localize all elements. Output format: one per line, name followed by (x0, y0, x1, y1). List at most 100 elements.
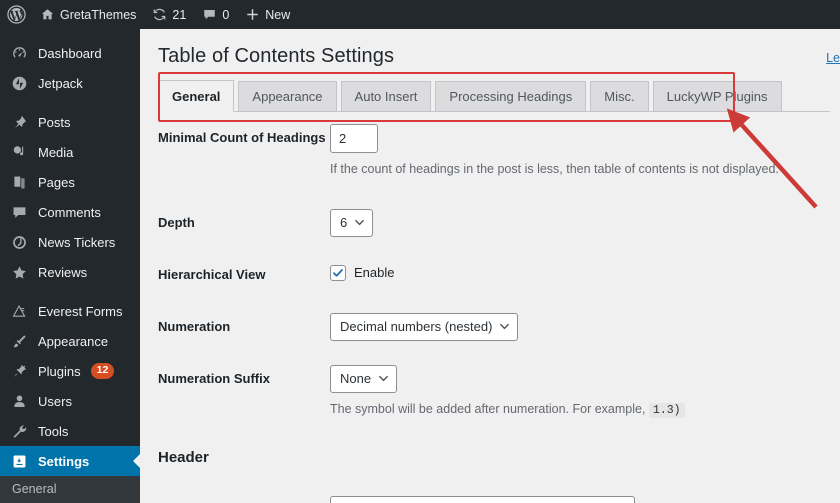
sidebar-item-appearance[interactable]: Appearance (0, 326, 140, 356)
home-icon (40, 7, 55, 22)
depth-select-value: 6 (340, 215, 348, 231)
settings-tabs: General Appearance Auto Insert Processin… (158, 80, 830, 112)
sidebar-item-comments[interactable]: Comments (0, 197, 140, 227)
sidebar-item-label: Appearance (38, 333, 109, 349)
tab-luckywp-plugins[interactable]: LuckyWP Plugins (652, 81, 782, 111)
site-name-menu[interactable]: GretaThemes (32, 0, 144, 29)
sidebar-item-posts[interactable]: Posts (0, 107, 140, 137)
sidebar-item-label: Users (38, 393, 72, 409)
field-row-numeration-suffix: Numeration Suffix None The symbol will b… (140, 364, 840, 419)
header-section-heading: Header (158, 449, 209, 466)
depth-select[interactable]: 6 (330, 208, 374, 237)
numeration-suffix-select-value: None (340, 371, 372, 387)
updates-menu[interactable]: 21 (144, 0, 194, 29)
header-title-label: Title (140, 496, 330, 503)
star-icon (9, 262, 29, 282)
sidebar-item-label: Comments (38, 204, 101, 220)
tab-label: Misc. (604, 89, 635, 104)
tab-label: General (172, 88, 221, 104)
tab-label: Auto Insert (354, 89, 418, 104)
sidebar-item-label: Tools (38, 423, 69, 439)
jetpack-icon (9, 73, 29, 93)
menu-spacer (0, 98, 140, 107)
settings-submenu: General (0, 476, 140, 503)
numeration-label: Numeration (158, 318, 231, 334)
wordpress-logo-button[interactable] (0, 0, 32, 29)
sidebar-item-settings[interactable]: Settings (0, 446, 141, 476)
tab-misc[interactable]: Misc. (590, 81, 649, 111)
tab-appearance[interactable]: Appearance (238, 81, 337, 111)
hierarchical-view-checkbox-wrap[interactable]: Enable (330, 261, 840, 281)
updates-count: 21 (172, 7, 187, 22)
sidebar-item-users[interactable]: Users (0, 386, 140, 416)
comment-bubble-icon (9, 202, 29, 222)
tab-label: LuckyWP Plugins (666, 89, 768, 104)
paintbrush-icon (9, 331, 29, 351)
sidebar-item-tools[interactable]: Tools (0, 416, 140, 446)
sidebar-item-label: Settings (38, 453, 90, 469)
checkmark-icon (333, 268, 343, 277)
field-row-hierarchical-view: Hierarchical View Enable (140, 261, 840, 291)
tab-processing-headings[interactable]: Processing Headings (435, 81, 587, 111)
numeration-suffix-description-text: The symbol will be added after numeratio… (330, 401, 646, 416)
hierarchical-view-label: Hierarchical View (158, 266, 266, 282)
site-name-label: GretaThemes (60, 7, 137, 22)
chevron-down-icon (499, 321, 510, 332)
user-icon (9, 391, 29, 411)
wordpress-admin-screen: GretaThemes 21 0 New Dashboard Jetpack P… (0, 0, 840, 503)
header-title-input[interactable] (330, 496, 635, 503)
minimal-count-description: If the count of headings in the post is … (330, 162, 779, 176)
sidebar-item-label: Plugins (38, 363, 81, 379)
menu-spacer (0, 29, 140, 38)
everest-forms-icon (9, 301, 29, 321)
plugin-icon (9, 361, 29, 381)
new-content-menu[interactable]: New (237, 0, 298, 29)
comment-bubble-icon (202, 7, 217, 22)
sidebar-item-label: Pages (38, 174, 75, 190)
sidebar-item-label: Posts (38, 114, 71, 130)
numeration-suffix-description: The symbol will be added after numeratio… (330, 400, 840, 419)
submenu-item-label: General (12, 482, 57, 496)
numeration-select[interactable]: Decimal numbers (nested) (330, 312, 519, 341)
chevron-down-icon (378, 373, 389, 384)
depth-label: Depth (158, 214, 195, 230)
news-ticker-icon (9, 232, 29, 252)
numeration-suffix-select[interactable]: None (330, 364, 398, 393)
settings-icon (9, 451, 29, 471)
sidebar-item-jetpack[interactable]: Jetpack (0, 68, 140, 98)
minimal-count-label: Minimal Count of Headings (158, 130, 326, 145)
sidebar-item-label: Reviews (38, 264, 88, 280)
admin-sidebar-menu: Dashboard Jetpack Posts Media Pages Comm… (0, 29, 141, 503)
field-row-depth: Depth 6 (140, 208, 840, 239)
sidebar-item-media[interactable]: Media (0, 137, 140, 167)
page-title: Table of Contents Settings (158, 45, 395, 67)
tab-general[interactable]: General (158, 80, 235, 112)
leave-review-link[interactable]: Le (826, 51, 840, 65)
sidebar-item-pages[interactable]: Pages (0, 167, 140, 197)
submenu-item-general[interactable]: General (0, 476, 140, 502)
pin-icon (9, 112, 29, 132)
wordpress-logo-icon (7, 5, 26, 24)
sidebar-item-news-tickers[interactable]: News Tickers (0, 227, 140, 257)
sidebar-item-plugins[interactable]: Plugins 12 (0, 356, 140, 386)
sidebar-item-label: Media (38, 144, 74, 160)
plus-icon (245, 7, 260, 22)
dashboard-icon (9, 43, 29, 63)
plugins-update-badge: 12 (90, 363, 115, 379)
comments-count: 0 (222, 7, 230, 22)
chevron-down-icon (354, 217, 365, 228)
tab-auto-insert[interactable]: Auto Insert (340, 81, 432, 111)
sidebar-item-reviews[interactable]: Reviews (0, 257, 140, 287)
sidebar-item-label: News Tickers (38, 234, 116, 250)
sidebar-item-dashboard[interactable]: Dashboard (0, 38, 140, 68)
wrench-icon (9, 421, 29, 441)
hierarchical-view-checkbox[interactable] (330, 264, 346, 281)
sidebar-item-everest-forms[interactable]: Everest Forms (0, 296, 140, 326)
settings-form: Minimal Count of Headings If the count o… (140, 124, 840, 503)
menu-spacer (0, 287, 140, 296)
field-row-minimal-count: Minimal Count of Headings If the count o… (140, 124, 840, 179)
sidebar-item-label: Dashboard (38, 45, 102, 61)
comments-menu[interactable]: 0 (194, 0, 237, 29)
minimal-count-input[interactable] (330, 124, 378, 153)
tab-label: Appearance (252, 89, 323, 104)
